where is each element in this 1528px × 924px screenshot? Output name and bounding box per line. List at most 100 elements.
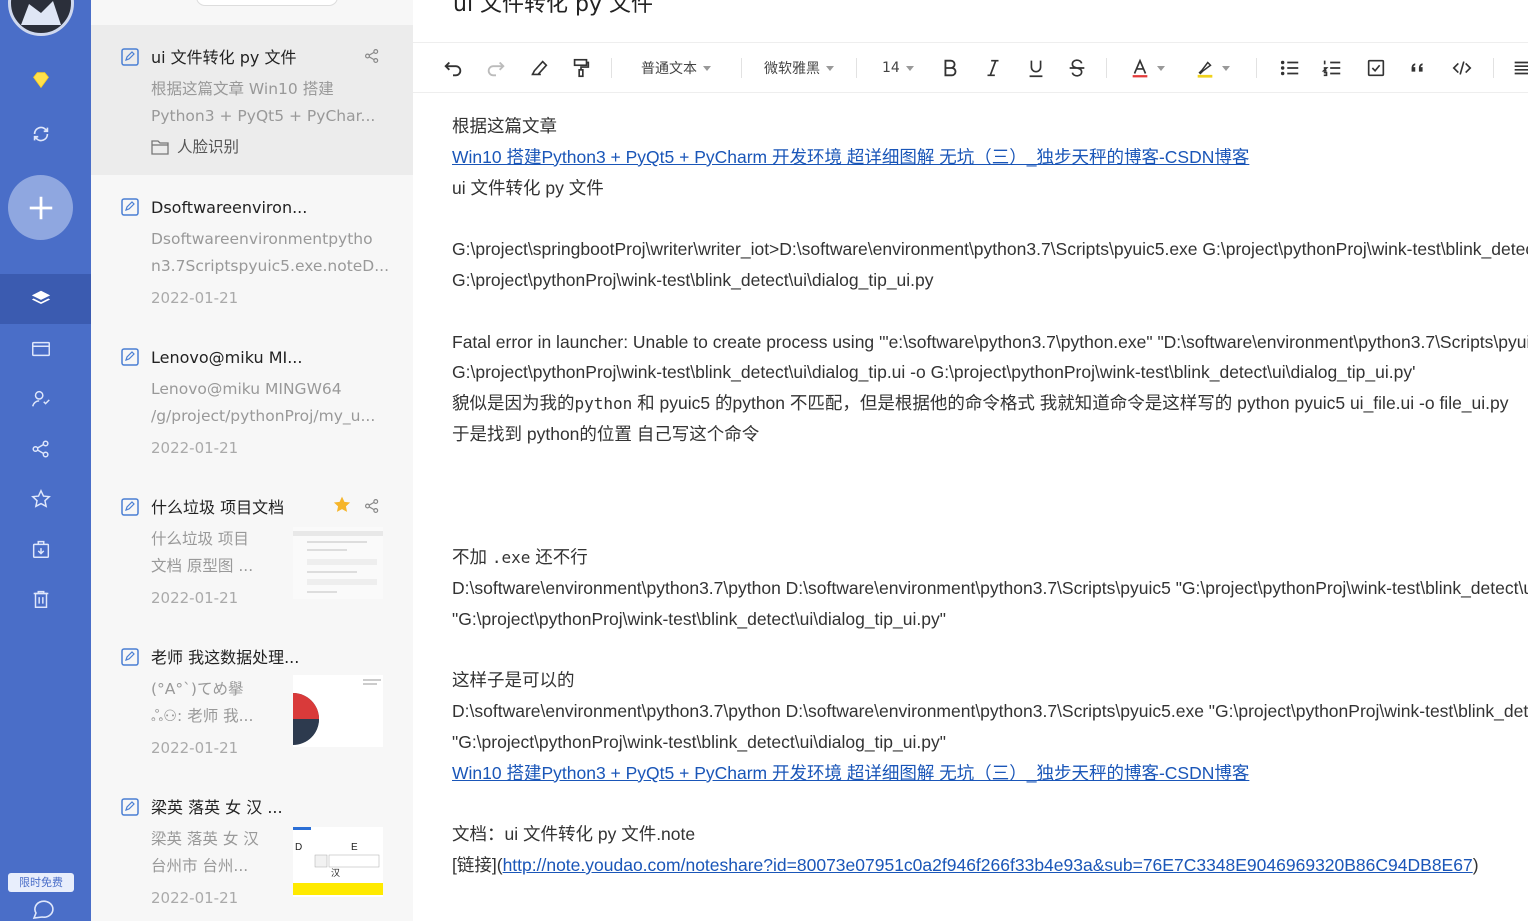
align-button[interactable]	[1511, 55, 1528, 81]
doc-text: 还不行	[530, 547, 588, 568]
note-share-icon[interactable]	[363, 47, 381, 65]
highlight-button[interactable]	[1194, 55, 1230, 81]
code-button[interactable]	[1451, 55, 1473, 81]
note-thumbnail: D E 汉	[293, 827, 383, 897]
chat-icon[interactable]	[30, 898, 56, 920]
format-painter-icon	[573, 58, 590, 78]
note-doc-icon	[121, 348, 139, 366]
doc-line: 于是找到 python的位置 自己写这个命令	[452, 423, 760, 444]
add-note-button[interactable]	[8, 175, 73, 240]
font-color-button[interactable]	[1129, 55, 1165, 81]
note-title: 梁英 落英 女 汉 ...	[151, 798, 283, 817]
numbered-list-icon	[1321, 60, 1341, 77]
note-snippet: Dsoftwareenvironmentpytho n3.7Scriptspyu…	[151, 230, 390, 275]
search-box[interactable]	[196, 0, 338, 6]
vip-icon[interactable]	[25, 64, 57, 96]
share-icon[interactable]	[25, 433, 57, 465]
trash-icon[interactable]	[25, 583, 57, 615]
doc-line: D:\software\environment\python3.7\python…	[452, 701, 1528, 722]
note-item[interactable]: 老师 我这数据处理... (°A°`)てめ擧 ஃ⚇: 老师 我... 2022-…	[91, 625, 413, 775]
doc-line: ui 文件转化 py 文件	[452, 177, 604, 198]
bold-button[interactable]	[939, 55, 961, 81]
italic-button[interactable]	[982, 55, 1004, 81]
note-title: 什么垃圾 项目文档	[151, 498, 285, 517]
doc-line: Fatal error in launcher: Unable to creat…	[452, 331, 1528, 352]
document-title[interactable]: ui 文件转化 py 文件	[453, 0, 653, 18]
doc-line: [链接](http://note.youdao.com/noteshare?id…	[452, 850, 1528, 881]
note-doc-icon	[121, 798, 139, 816]
clip-icon[interactable]	[25, 533, 57, 565]
note-snippet: 梁英 落英 女 汉 台州市 台州...	[151, 830, 259, 875]
note-share-link[interactable]: http://note.youdao.com/noteshare?id=8007…	[503, 855, 1473, 875]
doc-line: 文档：ui 文件转化 py 文件.note	[452, 824, 696, 845]
numbered-list-button[interactable]	[1321, 55, 1343, 81]
note-doc-icon	[121, 648, 139, 666]
doc-line: "G:\project\pythonProj\wink-test\blink_d…	[452, 731, 946, 752]
notes-layers-icon[interactable]	[25, 283, 57, 315]
strikethrough-button[interactable]	[1066, 55, 1088, 81]
doc-line: G:\project\springbootProj\writer\writer_…	[452, 239, 1528, 260]
paragraph-style-select[interactable]: 普通文本	[641, 55, 711, 81]
code-icon	[1452, 61, 1472, 75]
star-filled-icon[interactable]	[332, 495, 352, 515]
free-badge[interactable]: 限时免费	[8, 873, 74, 892]
quote-button[interactable]	[1407, 55, 1429, 81]
quote-icon	[1411, 63, 1423, 72]
note-folder: 人脸识别	[151, 135, 239, 159]
align-icon	[1514, 61, 1528, 75]
note-item[interactable]: 什么垃圾 项目文档 什么垃圾 项目 文档 原型图 ... 2022-01-21	[91, 475, 413, 625]
note-title: Lenovo@miku MI...	[151, 348, 303, 367]
note-list: ui 文件转化 py 文件 根据这篇文章 Win10 搭建 Python3 + …	[91, 0, 413, 921]
inline-code: python	[574, 394, 633, 414]
note-date: 2022-01-21	[151, 289, 239, 307]
doc-line	[452, 511, 1528, 542]
note-share-icon[interactable]	[363, 497, 381, 515]
note-item[interactable]: 梁英 落英 女 汉 ... 梁英 落英 女 汉 台州市 台州... D E 汉 20…	[91, 775, 413, 921]
star-icon[interactable]	[25, 483, 57, 515]
note-snippet: (°A°`)てめ擧 ஃ⚇: 老师 我...	[151, 680, 254, 725]
italic-icon	[987, 59, 999, 77]
note-item[interactable]: ui 文件转化 py 文件 根据这篇文章 Win10 搭建 Python3 + …	[91, 25, 413, 175]
format-painter-button[interactable]	[570, 55, 592, 81]
editor-toolbar: 普通文本 微软雅黑 14	[413, 42, 1528, 93]
doc-line: Win10 搭建Python3 + PyQt5 + PyCharm 开发环境 超…	[452, 758, 1528, 789]
font-size-select[interactable]: 14	[882, 55, 914, 81]
font-family-select[interactable]: 微软雅黑	[764, 55, 834, 81]
checkbox-icon	[1367, 59, 1385, 77]
strikethrough-icon	[1069, 59, 1085, 77]
doc-line	[452, 296, 1528, 327]
sync-icon[interactable]	[25, 118, 57, 150]
doc-text: 不加	[452, 547, 492, 568]
contacts-icon[interactable]	[25, 383, 57, 415]
doc-line: 不加 .exe 还不行	[452, 542, 1528, 573]
doc-link[interactable]: Win10 搭建Python3 + PyQt5 + PyCharm 开发环境 超…	[452, 147, 1249, 167]
note-snippet: 根据这篇文章 Win10 搭建 Python3 + PyQt5 + PyChar…	[151, 80, 376, 125]
doc-line: 貌似是因为我的python 和 pyuic5 的python 不匹配，但是根据他…	[452, 388, 1528, 419]
thumb-text-d: D	[295, 842, 302, 853]
doc-link[interactable]: Win10 搭建Python3 + PyQt5 + PyCharm 开发环境 超…	[452, 763, 1249, 783]
bullet-list-icon	[1280, 60, 1299, 76]
left-rail: 限时免费	[0, 0, 91, 921]
undo-button[interactable]	[442, 55, 464, 81]
folder-icon	[151, 140, 169, 155]
avatar[interactable]	[8, 0, 74, 36]
clear-format-button[interactable]	[528, 55, 550, 81]
bold-icon	[944, 59, 957, 77]
note-item[interactable]: Lenovo@miku MI... Lenovo@miku MINGW64 /g…	[91, 325, 413, 475]
document-body[interactable]: 根据这篇文章 Win10 搭建Python3 + PyQt5 + PyCharm …	[452, 111, 1528, 912]
doc-line	[452, 450, 1528, 481]
note-doc-icon	[121, 48, 139, 66]
folder-icon[interactable]	[25, 333, 57, 365]
redo-button[interactable]	[485, 55, 507, 81]
note-snippet: 什么垃圾 项目 文档 原型图 ...	[151, 530, 254, 575]
note-title: Dsoftwareenviron...	[151, 198, 308, 217]
editor: ui 文件转化 py 文件 普通文本 微软雅黑 14 根据这篇文章 Win10 …	[413, 0, 1528, 921]
doc-line	[452, 789, 1528, 820]
doc-line	[452, 635, 1528, 666]
underline-button[interactable]	[1025, 55, 1047, 81]
doc-line	[452, 203, 1528, 234]
bullet-list-button[interactable]	[1279, 55, 1301, 81]
note-item[interactable]: Dsoftwareenviron... Dsoftwareenvironment…	[91, 175, 413, 325]
doc-line: D:\software\environment\python3.7\python…	[452, 577, 1528, 598]
checklist-button[interactable]	[1365, 55, 1387, 81]
